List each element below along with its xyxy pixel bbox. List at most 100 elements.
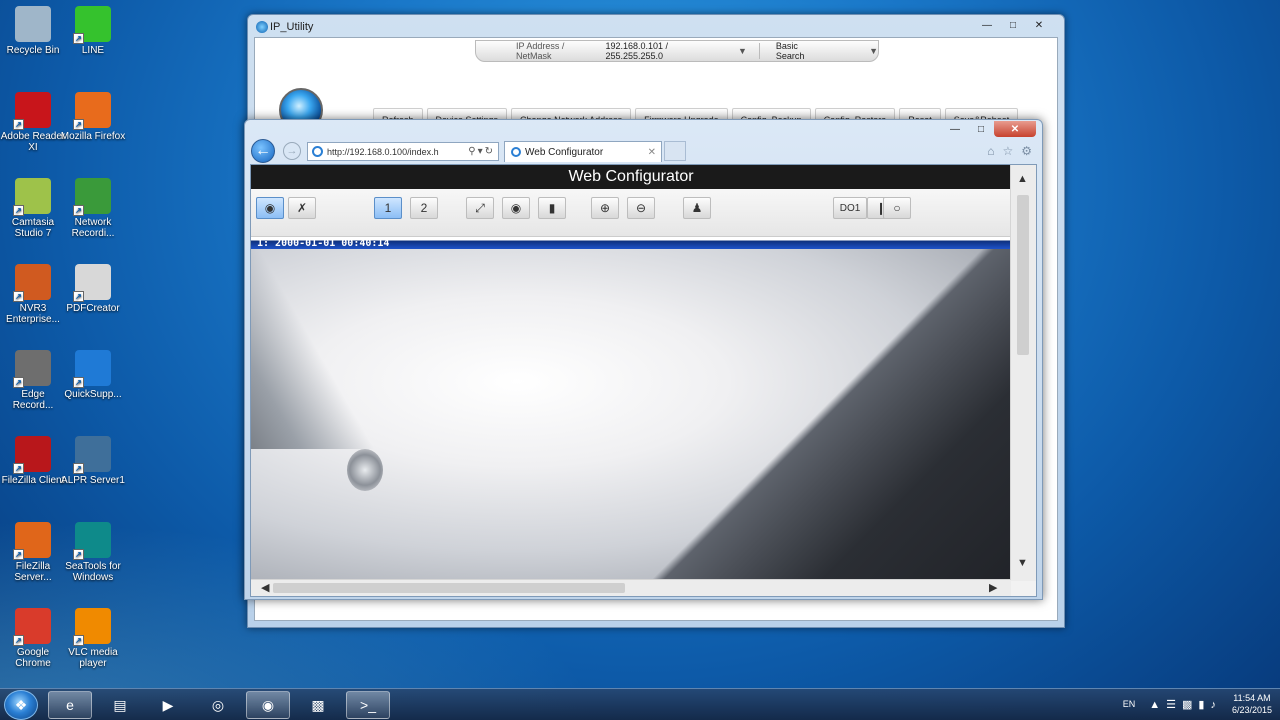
scroll-up-icon[interactable]: ▲ [1017, 173, 1028, 185]
taskbar-file-explorer-icon[interactable]: ▤ [98, 691, 142, 719]
maximize-icon[interactable]: □ [1000, 17, 1026, 33]
browser-window-controls: — □ ✕ [942, 121, 1036, 137]
scroll-left-icon[interactable]: ◀ [261, 581, 269, 594]
do1-button[interactable]: DO1 [833, 197, 867, 219]
web-page: Web Configurator ◉ ✗ 1 2 ⤢ ◉ ▮ ⊕ ⊖ ♟ DO1… [250, 164, 1037, 597]
desktop-icon-seatools[interactable]: ↗ SeaTools for Windows [60, 522, 126, 583]
back-button[interactable]: ← [251, 139, 275, 163]
shortcut-arrow-icon: ↗ [73, 291, 84, 302]
scroll-down-icon[interactable]: ▼ [1017, 557, 1028, 569]
stream-2-icon[interactable]: 2 [410, 197, 438, 219]
snapshot-camera-icon[interactable]: ◉ [502, 197, 530, 219]
video-dark-region [461, 249, 1011, 581]
shortcut-arrow-icon: ↗ [73, 463, 84, 474]
taskbar-media-player-icon[interactable]: ▶ [146, 691, 190, 719]
shortcut-arrow-icon: ↗ [73, 119, 84, 130]
settings-tools-icon[interactable]: ✗ [288, 197, 316, 219]
desktop-icon-label: VLC media player [68, 647, 118, 669]
ip-utility-app-icon [256, 21, 268, 33]
teamviewer-icon: ↗ [73, 350, 111, 388]
language-indicator[interactable]: EN [1123, 699, 1136, 709]
tab-web-configurator[interactable]: Web Configurator ✕ [504, 141, 662, 162]
favorites-star-icon[interactable]: ☆ [1002, 144, 1013, 158]
microphone-icon[interactable]: ▮ [538, 197, 566, 219]
desktop-icon-filezilla-client[interactable]: ↗ FileZilla Client [0, 436, 66, 486]
scrollbar-thumb[interactable] [273, 583, 625, 593]
minimize-icon[interactable]: — [942, 121, 968, 137]
desktop-icon-pdfcreator[interactable]: ↗ PDFCreator [60, 264, 126, 314]
address-tools-icon[interactable]: ⚲▾↻ [468, 146, 495, 157]
desktop-icon-chrome[interactable]: ↗ Google Chrome [0, 608, 66, 669]
vlc-icon: ↗ [73, 608, 111, 646]
ie-icon [312, 146, 323, 157]
window-title: IP_Utility [270, 21, 314, 33]
close-icon[interactable]: ✕ [994, 121, 1036, 137]
clock[interactable]: 11:54 AM 6/23/2015 [1232, 692, 1272, 716]
stream-1-icon[interactable]: 1 [374, 197, 402, 219]
filezilla-server-icon: ↗ [13, 522, 51, 560]
shortcut-arrow-icon: ↗ [13, 291, 24, 302]
desktop-icon-label: Recycle Bin [6, 45, 60, 56]
chevron-down-icon[interactable]: ▼ [869, 46, 878, 56]
desktop-icon-recycle-bin[interactable]: Recycle Bin [0, 6, 66, 56]
clock-date: 6/23/2015 [1231, 705, 1272, 715]
tray-icons[interactable]: ▲☰▩▮♪ [1149, 698, 1222, 711]
system-tray: EN ▲☰▩▮♪ 11:54 AM 6/23/2015 [1123, 692, 1272, 716]
viewer-toolbar: ◉ ✗ 1 2 ⤢ ◉ ▮ ⊕ ⊖ ♟ DO1 ❙ ○ [251, 189, 1011, 237]
taskbar-chrome-icon[interactable]: ◎ [196, 691, 240, 719]
chrome-icon: ↗ [13, 608, 51, 646]
desktop-icon-alpr-server[interactable]: ↗ ALPR Server1 [60, 436, 126, 486]
desktop-icon-nvr3[interactable]: ↗ NVR3 Enterprise... [0, 264, 66, 325]
taskbar-command-prompt-icon[interactable]: >_ [346, 691, 390, 719]
network-recorder-icon: ↗ [73, 178, 111, 216]
desktop-icon-vlc[interactable]: ↗ VLC media player [60, 608, 126, 669]
shortcut-arrow-icon: ↗ [73, 33, 84, 44]
maximize-icon[interactable]: □ [968, 121, 994, 137]
fullscreen-icon[interactable]: ⤢ [466, 197, 494, 219]
taskbar-app-icon[interactable]: ▩ [296, 691, 340, 719]
tab-title: Web Configurator [525, 146, 604, 158]
desktop-icon-label: Camtasia Studio 7 [11, 217, 55, 239]
close-tab-icon[interactable]: ✕ [648, 147, 656, 158]
search-mode-select[interactable]: Basic Search [776, 41, 827, 61]
desktop-icon-adobe-reader[interactable]: ↗ Adobe Reader XI [0, 92, 66, 153]
gear-icon[interactable]: ⚙ [1021, 144, 1032, 158]
live-view-eye-icon[interactable]: ◉ [256, 197, 284, 219]
taskbar-internet-explorer-icon[interactable]: e [48, 691, 92, 719]
forward-button[interactable]: → [283, 142, 301, 160]
horizontal-scrollbar[interactable]: ◀ ▶ [251, 579, 1011, 596]
window-controls: — □ ✕ [974, 17, 1052, 33]
scroll-right-icon[interactable]: ▶ [989, 581, 997, 594]
desktop-icon-teamviewer[interactable]: ↗ QuickSupp... [60, 350, 126, 400]
desktop-icon-firefox[interactable]: ↗ Mozilla Firefox [60, 92, 126, 142]
video-shadow [251, 249, 391, 449]
minimize-icon[interactable]: — [974, 17, 1000, 33]
address-bar[interactable]: http://192.168.0.100/index.h ⚲▾↻ [307, 142, 499, 161]
vertical-scrollbar[interactable]: ▲ ▼ [1010, 165, 1036, 581]
chevron-down-icon[interactable]: ▼ [738, 46, 747, 56]
desktop-icon-label: PDFCreator [66, 303, 120, 314]
desktop-icon-filezilla-server[interactable]: ↗ FileZilla Server... [0, 522, 66, 583]
user-icon[interactable]: ♟ [683, 197, 711, 219]
desktop-icon-camtasia[interactable]: ↗ Camtasia Studio 7 [0, 178, 66, 239]
relay-off-icon[interactable]: ○ [883, 197, 911, 219]
zoom-in-icon[interactable]: ⊕ [591, 197, 619, 219]
close-icon[interactable]: ✕ [1026, 17, 1052, 33]
camera-live-video[interactable] [251, 249, 1011, 581]
browser-window[interactable]: — □ ✕ ← → http://192.168.0.100/index.h ⚲… [244, 119, 1043, 600]
desktop-icon-label: Edge Record... [12, 389, 54, 411]
desktop-icon-edge-recorder[interactable]: ↗ Edge Record... [0, 350, 66, 411]
taskbar-ip-utility-icon[interactable]: ◉ [246, 691, 290, 719]
desktop-icon-line[interactable]: ↗ LINE [60, 6, 126, 56]
pdfcreator-icon: ↗ [73, 264, 111, 302]
desktop-icon-label: QuickSupp... [64, 389, 122, 400]
new-tab-button[interactable] [664, 141, 686, 161]
home-icon[interactable]: ⌂ [987, 144, 994, 158]
camtasia-icon: ↗ [13, 178, 51, 216]
address-text: http://192.168.0.100/index.h [327, 146, 439, 157]
scrollbar-thumb[interactable] [1017, 195, 1029, 355]
zoom-out-icon[interactable]: ⊖ [627, 197, 655, 219]
desktop-icon-network-recorder[interactable]: ↗ Network Recordi... [60, 178, 126, 239]
start-button[interactable]: ❖ [4, 690, 38, 720]
seatools-icon: ↗ [73, 522, 111, 560]
